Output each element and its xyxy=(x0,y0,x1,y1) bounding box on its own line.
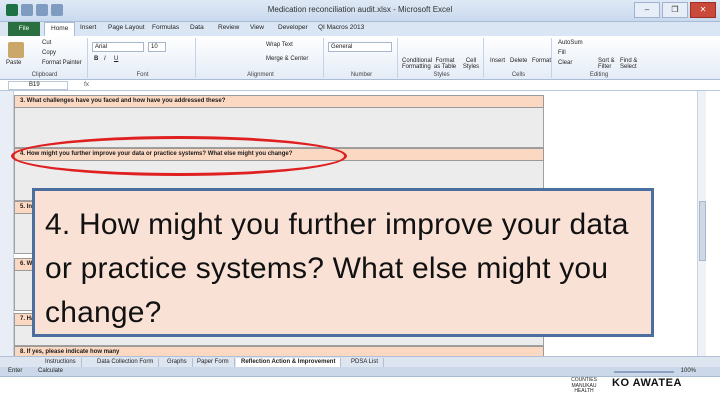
bold-icon[interactable]: B xyxy=(94,56,98,62)
tab-review[interactable]: Review xyxy=(218,24,239,31)
question-callout: 4. How might you further improve your da… xyxy=(32,188,654,337)
wrap-text-button[interactable]: Wrap Text xyxy=(266,42,293,48)
zoom-level[interactable]: 100% xyxy=(681,368,696,374)
format-as-table-button[interactable]: Format as Table xyxy=(432,58,458,70)
tab-view[interactable]: View xyxy=(250,24,264,31)
alignment-group: Wrap Text Merge & Center Alignment xyxy=(198,38,324,78)
copy-button[interactable]: Copy xyxy=(42,50,56,56)
tab-qi-macros[interactable]: QI Macros 2013 xyxy=(318,24,364,31)
merge-center-button[interactable]: Merge & Center xyxy=(266,56,308,62)
paste-button[interactable]: Paste xyxy=(6,60,21,66)
font-size-select[interactable]: 10 xyxy=(148,42,166,52)
formula-bar: B19 fx xyxy=(0,80,720,91)
find-select-button[interactable]: Find & Select xyxy=(620,58,642,70)
highlight-ellipse xyxy=(11,136,347,176)
number-group: General Number xyxy=(326,38,398,78)
sheet-tab-pdsa-list[interactable]: PDSA List xyxy=(346,358,385,367)
minimize-button[interactable]: – xyxy=(634,2,660,18)
fx-icon[interactable]: fx xyxy=(84,81,89,88)
tab-formulas[interactable]: Formulas xyxy=(152,24,179,31)
format-painter-button[interactable]: Format Painter xyxy=(42,60,82,66)
scroll-thumb[interactable] xyxy=(699,201,706,261)
cut-button[interactable]: Cut xyxy=(42,40,51,46)
clear-button[interactable]: Clear xyxy=(558,60,572,66)
number-format-select[interactable]: General xyxy=(328,42,392,52)
tab-page-layout[interactable]: Page Layout xyxy=(108,24,145,31)
clipboard-label: Clipboard xyxy=(31,72,58,78)
tab-insert[interactable]: Insert xyxy=(80,24,96,31)
cells-label: Cells xyxy=(511,72,526,78)
cells-group: Insert Delete Format Cells xyxy=(486,38,552,78)
autosum-button[interactable]: AutoSum xyxy=(558,40,583,46)
cell-styles-button[interactable]: Cell Styles xyxy=(460,58,482,70)
insert-cells-button[interactable]: Insert xyxy=(490,58,505,64)
ko-awatea-logo: KO AWATEA xyxy=(612,377,682,389)
callout-text: 4. How might you further improve your da… xyxy=(45,208,629,329)
sheet-tabs: Instructions Data Collection Form Graphs… xyxy=(0,356,720,367)
italic-icon[interactable]: I xyxy=(104,56,106,62)
ribbon: Paste Cut Copy Format Painter Clipboard … xyxy=(0,36,720,80)
sort-filter-button[interactable]: Sort & Filter xyxy=(598,58,618,70)
sheet-tab-data-collection[interactable]: Data Collection Form xyxy=(92,358,160,367)
paste-icon[interactable] xyxy=(8,42,24,58)
conditional-formatting-button[interactable]: Conditional Formatting xyxy=(402,58,432,70)
font-label: Font xyxy=(136,72,149,78)
zoom-slider[interactable] xyxy=(614,371,674,373)
clipboard-group: Paste Cut Copy Format Painter Clipboard xyxy=(2,38,88,78)
tab-developer[interactable]: Developer xyxy=(278,24,308,31)
status-mode: Enter xyxy=(8,368,23,374)
underline-icon[interactable]: U xyxy=(114,56,118,62)
status-bar: Enter Calculate 100% xyxy=(0,367,720,377)
styles-group: Conditional Formatting Format as Table C… xyxy=(400,38,484,78)
font-name-select[interactable]: Arial xyxy=(92,42,144,52)
ribbon-tabs: File Home Insert Page Layout Formulas Da… xyxy=(0,22,720,36)
number-label: Number xyxy=(350,72,373,78)
alignment-label: Alignment xyxy=(247,72,274,78)
tab-file[interactable]: File xyxy=(8,22,40,36)
sheet-tab-instructions[interactable]: Instructions xyxy=(40,358,82,367)
delete-cells-button[interactable]: Delete xyxy=(510,58,527,64)
format-cells-button[interactable]: Format xyxy=(532,58,551,64)
fill-button[interactable]: Fill xyxy=(558,50,566,56)
counties-manukau-logo: COUNTIES MANUKAU HEALTH xyxy=(571,377,597,394)
question-row-3[interactable]: 3. What challenges have you faced and ho… xyxy=(14,95,544,108)
window-title: Medication reconciliation audit.xlsx - M… xyxy=(267,5,453,14)
tab-home[interactable]: Home xyxy=(44,22,76,36)
sheet-tab-graphs[interactable]: Graphs xyxy=(162,358,193,367)
sheet-tab-paper-form[interactable]: Paper Form xyxy=(192,358,235,367)
title-bar: Medication reconciliation audit.xlsx - M… xyxy=(0,0,720,22)
status-calculate: Calculate xyxy=(38,368,64,374)
styles-label: Styles xyxy=(433,72,450,78)
vertical-scrollbar[interactable] xyxy=(697,91,706,361)
restore-button[interactable]: ❐ xyxy=(662,2,688,18)
editing-label: Editing xyxy=(589,72,609,78)
font-group: Arial 10 B I U Font xyxy=(90,38,196,78)
close-button[interactable]: ✕ xyxy=(690,2,716,18)
row-headers xyxy=(0,91,14,361)
editing-group: AutoSum Fill Clear Sort & Filter Find & … xyxy=(554,38,644,78)
tab-data[interactable]: Data xyxy=(190,24,204,31)
sheet-tab-reflection[interactable]: Reflection Action & Improvement xyxy=(236,358,342,367)
name-box[interactable]: B19 xyxy=(8,81,68,90)
